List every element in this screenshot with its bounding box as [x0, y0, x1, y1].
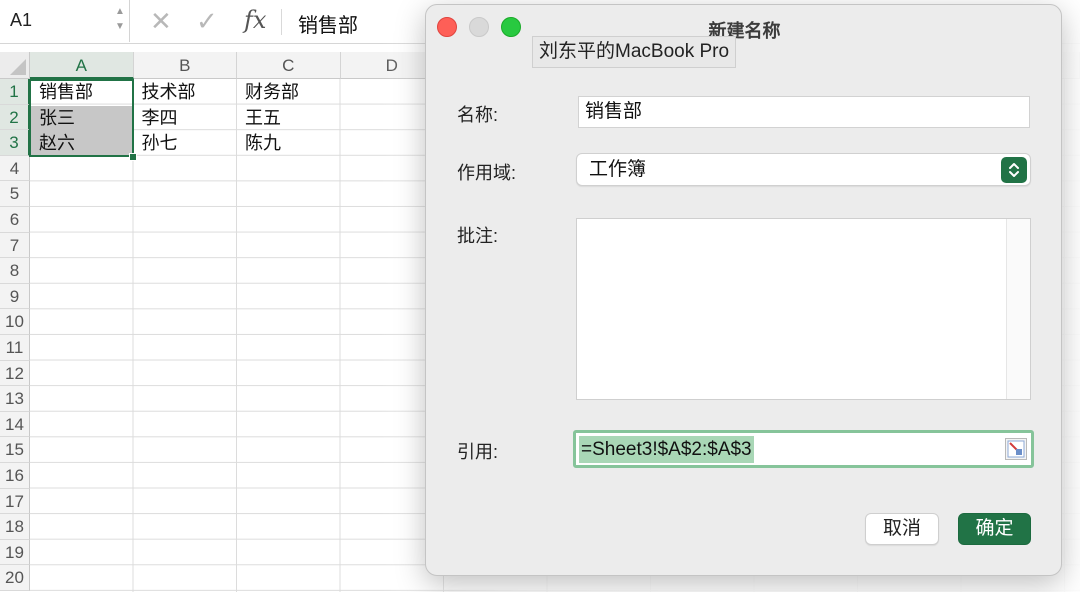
cancel-button[interactable]: 取消 — [865, 513, 939, 545]
tooltip: 刘东平的MacBook Pro — [532, 36, 737, 68]
scope-select[interactable]: 工作簿 — [576, 153, 1031, 186]
cancel-formula-icon[interactable]: ✕ — [150, 6, 172, 37]
cell-b2[interactable]: 李四 — [134, 106, 237, 132]
cell-c1[interactable]: 财务部 — [237, 80, 340, 106]
name-box-value: A1 — [10, 10, 33, 30]
cell-c3[interactable]: 陈九 — [237, 131, 340, 157]
row-header-10[interactable]: 10 — [0, 309, 30, 335]
name-input[interactable]: 销售部 — [578, 96, 1030, 128]
row-header-9[interactable]: 9 — [0, 283, 30, 310]
formula-input[interactable]: 销售部 — [298, 9, 358, 38]
name-box-stepper-icon[interactable]: ▲ ▼ — [114, 4, 126, 38]
name-label: 名称: — [457, 105, 499, 125]
row-header-19[interactable]: 19 — [0, 539, 30, 566]
row-header-2[interactable]: 2 — [0, 104, 30, 131]
cell-c2[interactable]: 王五 — [237, 106, 340, 132]
column-header-c[interactable]: C — [237, 52, 341, 79]
reference-label: 引用: — [457, 442, 499, 462]
row-header-16[interactable]: 16 — [0, 463, 30, 489]
row-header-5[interactable]: 5 — [0, 181, 30, 207]
scope-select-value: 工作簿 — [589, 159, 647, 180]
row-header-11[interactable]: 11 — [0, 335, 30, 361]
cell-b3[interactable]: 孙七 — [134, 131, 237, 157]
row-header-7[interactable]: 7 — [0, 232, 30, 259]
row-header-15[interactable]: 15 — [0, 437, 30, 463]
name-box[interactable]: A1 ▲ ▼ — [0, 0, 130, 42]
comment-textarea[interactable] — [576, 218, 1031, 400]
new-name-dialog: 新建名称 名称: 销售部 作用域: 工作簿 批注: 引用: =Sheet3!$A… — [425, 4, 1062, 576]
column-header-a[interactable]: A — [30, 52, 134, 79]
row-header-17[interactable]: 17 — [0, 488, 30, 515]
row-header-14[interactable]: 14 — [0, 411, 30, 438]
collapse-dialog-icon[interactable] — [1005, 438, 1027, 460]
row-header-12[interactable]: 12 — [0, 360, 30, 387]
reference-input[interactable]: =Sheet3!$A$2:$A$3 — [573, 430, 1034, 468]
ok-button[interactable]: 确定 — [958, 513, 1031, 545]
reference-value: =Sheet3!$A$2:$A$3 — [579, 436, 754, 463]
cell-b1[interactable]: 技术部 — [134, 80, 237, 106]
row-header-1[interactable]: 1 — [0, 79, 30, 105]
row-header-18[interactable]: 18 — [0, 514, 30, 540]
comment-scrollbar[interactable] — [1006, 219, 1030, 399]
selection-border — [29, 79, 134, 157]
row-header-3[interactable]: 3 — [0, 130, 30, 156]
comment-label: 批注: — [457, 226, 499, 246]
confirm-formula-icon[interactable]: ✓ — [196, 6, 218, 37]
formula-bar-divider — [281, 9, 282, 35]
row-header-13[interactable]: 13 — [0, 386, 30, 412]
select-all-corner[interactable] — [0, 52, 30, 79]
row-header-4[interactable]: 4 — [0, 155, 30, 182]
insert-function-icon[interactable]: fx — [244, 6, 266, 34]
chevron-updown-icon[interactable] — [1001, 157, 1027, 183]
column-header-b[interactable]: B — [133, 52, 237, 79]
scope-label: 作用域: — [457, 163, 517, 183]
dialog-title: 新建名称 — [708, 21, 781, 41]
row-header-20[interactable]: 20 — [0, 565, 30, 591]
fill-handle[interactable] — [129, 153, 137, 161]
row-header-8[interactable]: 8 — [0, 258, 30, 284]
row-header-6[interactable]: 6 — [0, 207, 30, 233]
